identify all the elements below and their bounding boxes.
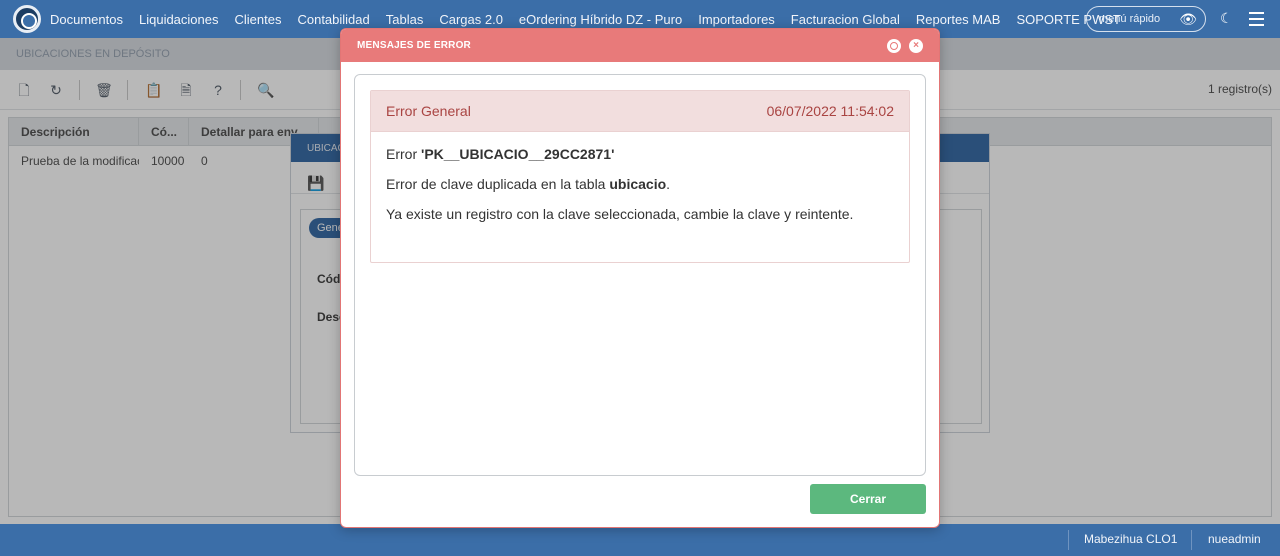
status-user-location[interactable]: Mabezihua CLO1 <box>1084 532 1177 546</box>
main-menu: Documentos Liquidaciones Clientes Contab… <box>50 12 1137 27</box>
quick-menu-label: menú rápido <box>1099 13 1161 25</box>
close-icon[interactable]: × <box>909 39 923 53</box>
error-message-card: Error General 06/07/2022 11:54:02 Error … <box>370 90 910 263</box>
quick-menu-search[interactable]: menú rápido 👁 <box>1086 6 1206 32</box>
dialog-title: MENSAJES DE ERROR <box>357 40 471 51</box>
nav-item-facturacion[interactable]: Facturacion Global <box>791 12 900 27</box>
binoculars-icon: 👁 <box>1179 11 1197 27</box>
error-constraint-name: 'PK__UBICACIO__29CC2871' <box>421 146 615 162</box>
dialog-header: MENSAJES DE ERROR × <box>341 29 939 62</box>
status-divider <box>1068 530 1069 550</box>
status-bar: Mabezihua CLO1 nueadmin <box>0 524 1280 556</box>
dialog-body: Error General 06/07/2022 11:54:02 Error … <box>354 74 926 476</box>
status-divider <box>1191 530 1192 550</box>
nav-item-documentos[interactable]: Documentos <box>50 12 123 27</box>
nav-item-eordering[interactable]: eOrdering Híbrido DZ - Puro <box>519 12 682 27</box>
app-logo[interactable] <box>13 5 41 33</box>
error-line-key-prefix: Error <box>386 146 421 162</box>
error-line-hint: Ya existe un registro con la clave selec… <box>386 206 854 222</box>
error-timestamp: 06/07/2022 11:54:02 <box>766 103 894 119</box>
hamburger-menu-icon[interactable] <box>1249 12 1264 30</box>
nav-item-reportes[interactable]: Reportes MAB <box>916 12 1001 27</box>
error-card-header: Error General 06/07/2022 11:54:02 <box>371 91 909 132</box>
error-table-name: ubicacio <box>609 176 667 192</box>
nav-item-contabilidad[interactable]: Contabilidad <box>297 12 369 27</box>
error-line-table: Error de clave duplicada en la tabla ubi… <box>386 176 894 193</box>
error-heading: Error General <box>386 103 471 119</box>
error-details: Error 'PK__UBICACIO__29CC2871' Error de … <box>371 132 909 250</box>
error-line-table-suffix: . <box>666 176 671 192</box>
error-dialog: MENSAJES DE ERROR × Error General 06/07/… <box>340 28 940 528</box>
nav-item-cargas[interactable]: Cargas 2.0 <box>439 12 503 27</box>
nav-item-importadores[interactable]: Importadores <box>698 12 775 27</box>
error-line-table-prefix: Error de clave duplicada en la tabla <box>386 176 610 192</box>
moon-icon[interactable]: ☾ <box>1220 10 1233 27</box>
nav-item-tablas[interactable]: Tablas <box>386 12 424 27</box>
nav-item-liquidaciones[interactable]: Liquidaciones <box>139 12 219 27</box>
close-button[interactable]: Cerrar <box>810 484 926 514</box>
error-line-key: Error 'PK__UBICACIO__29CC2871' <box>386 146 894 163</box>
nav-item-clientes[interactable]: Clientes <box>235 12 282 27</box>
status-username[interactable]: nueadmin <box>1208 532 1261 546</box>
restore-icon[interactable] <box>887 39 901 53</box>
